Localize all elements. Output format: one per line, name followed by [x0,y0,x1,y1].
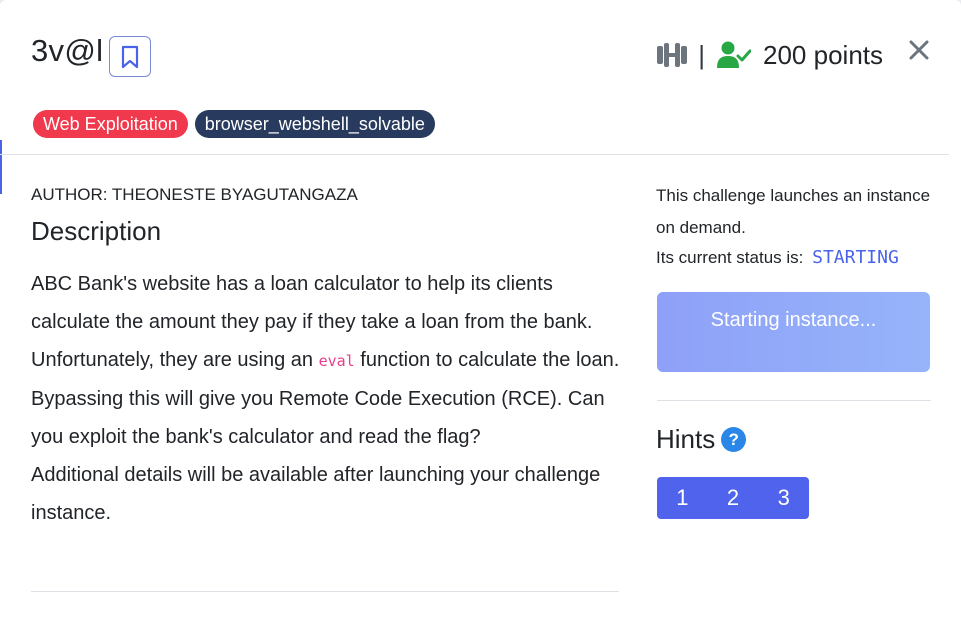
tag-list: Web Exploitation browser_webshell_solvab… [33,110,435,138]
author-line: AUTHOR: THEONESTE BYAGUTANGAZA [31,185,358,204]
hints-heading: Hints ? [656,424,747,455]
status-label: Its current status is: [656,248,804,267]
close-icon [909,40,929,60]
challenge-title: 3v@l [31,33,104,68]
additional-details: Additional details will be available aft… [31,464,601,524]
tag-web-exploitation[interactable]: Web Exploitation [33,110,188,138]
instance-status: Its current status is: STARTING [656,247,899,268]
dumbbell-icon [657,43,688,67]
description-heading: Description [31,216,162,246]
hint-button-group: 1 2 3 [657,477,810,519]
description-body: ABC Bank's website has a loan calculator… [31,265,631,532]
hint-button-2[interactable]: 2 [708,477,759,519]
points-label: 200 points [763,39,883,70]
instance-intro: This challenge launches an instance on d… [656,186,931,237]
user-check-icon [717,41,752,68]
close-button[interactable] [907,36,931,64]
left-accent-bar [0,140,2,194]
bookmark-icon [121,45,139,68]
sidebar-divider [657,400,931,401]
status-value: STARTING [812,247,899,268]
hint-button-3[interactable]: 3 [758,477,809,519]
header-divider [0,154,949,155]
hints-title: Hints [656,424,716,454]
meta-separator: | [698,39,706,70]
challenge-modal: 3v@l | 200 points Web Exploitation brows… [0,0,961,621]
challenge-meta: | 200 points [656,38,883,72]
tag-browser-webshell-solvable[interactable]: browser_webshell_solvable [194,110,435,138]
description-divider [31,591,619,592]
question-circle-icon[interactable]: ? [721,427,747,452]
hint-button-1[interactable]: 1 [657,477,708,519]
eval-code: eval [318,352,355,370]
bookmark-button[interactable] [109,36,151,77]
starting-instance-button[interactable]: Starting instance... [657,292,930,372]
